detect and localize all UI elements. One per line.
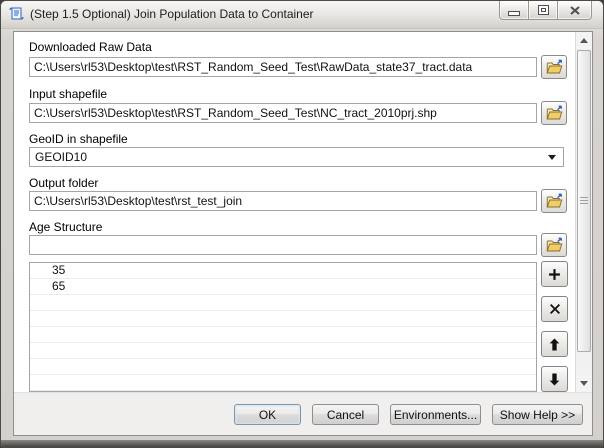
geoid-label: GeoID in shapefile (29, 132, 128, 146)
age-structure-list[interactable]: 35 65 (29, 262, 537, 392)
dialog-footer: OK Cancel Environments... Show Help >> (14, 392, 592, 435)
dialog-panel: Downloaded Raw Data Input shapefile GeoI… (13, 31, 593, 436)
geoid-dropdown[interactable]: GEOID10 (29, 147, 564, 167)
scroll-up-button[interactable] (576, 32, 592, 49)
scrollbar-grip-icon (580, 197, 588, 205)
open-folder-icon (546, 59, 563, 76)
list-item[interactable] (30, 375, 536, 391)
move-down-icon (548, 373, 561, 386)
list-item[interactable] (30, 343, 536, 359)
add-icon (548, 268, 561, 281)
close-button[interactable] (557, 1, 592, 20)
dialog-window: (Step 1.5 Optional) Join Population Data… (0, 0, 604, 448)
script-tool-icon (9, 6, 25, 22)
age-structure-input[interactable] (29, 235, 537, 255)
scroll-down-icon (580, 381, 588, 386)
show-help-button[interactable]: Show Help >> (492, 404, 583, 425)
window-controls (500, 1, 592, 20)
scrollbar-thumb[interactable] (577, 50, 591, 352)
age-structure-browse-button[interactable] (541, 233, 567, 257)
parameters-area: Downloaded Raw Data Input shapefile GeoI… (14, 32, 592, 392)
raw-data-browse-button[interactable] (541, 55, 567, 79)
open-folder-icon (546, 105, 563, 122)
move-down-button[interactable] (541, 366, 568, 392)
age-structure-label: Age Structure (29, 220, 102, 234)
vertical-scrollbar[interactable] (575, 32, 592, 392)
window-title: (Step 1.5 Optional) Join Population Data… (30, 7, 314, 21)
open-folder-icon (546, 193, 563, 210)
minimize-icon (508, 11, 520, 16)
minimize-button[interactable] (499, 1, 529, 20)
output-folder-label: Output folder (29, 176, 98, 190)
cancel-button[interactable]: Cancel (312, 404, 379, 425)
move-up-icon (548, 338, 561, 351)
remove-value-button[interactable] (541, 296, 568, 322)
open-folder-icon (546, 237, 563, 254)
scroll-down-button[interactable] (576, 375, 592, 392)
remove-icon (549, 303, 561, 315)
list-item[interactable]: 65 (30, 279, 536, 295)
list-item[interactable] (30, 311, 536, 327)
input-shapefile-input[interactable] (29, 103, 537, 123)
scroll-up-icon (580, 38, 588, 43)
chevron-down-icon (548, 155, 556, 160)
window-bottom-frame (1, 440, 603, 447)
ok-button[interactable]: OK (234, 404, 301, 425)
raw-data-input[interactable] (29, 57, 537, 77)
add-value-button[interactable] (541, 261, 568, 287)
close-icon (570, 6, 580, 15)
raw-data-label: Downloaded Raw Data (29, 40, 152, 54)
maximize-button[interactable] (528, 1, 558, 20)
list-item[interactable] (30, 327, 536, 343)
output-folder-input[interactable] (29, 191, 537, 211)
list-item[interactable] (30, 295, 536, 311)
maximize-icon (538, 5, 549, 15)
output-folder-browse-button[interactable] (541, 189, 567, 213)
move-up-button[interactable] (541, 331, 568, 357)
input-shapefile-browse-button[interactable] (541, 101, 567, 125)
list-item[interactable] (30, 359, 536, 375)
environments-button[interactable]: Environments... (390, 404, 481, 425)
input-shapefile-label: Input shapefile (29, 87, 107, 101)
geoid-dropdown-value: GEOID10 (35, 150, 87, 164)
list-item[interactable]: 35 (30, 263, 536, 279)
